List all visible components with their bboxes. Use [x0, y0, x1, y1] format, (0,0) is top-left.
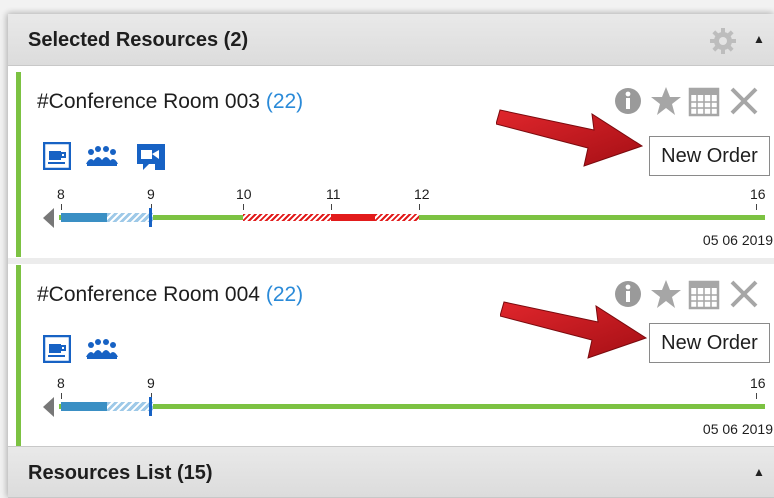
tick-label: 8 — [57, 186, 65, 202]
tick-mark — [61, 393, 62, 399]
tick-label: 11 — [326, 186, 341, 202]
room-count-link[interactable]: (22) — [266, 283, 303, 306]
meeting-people-icon — [86, 339, 118, 359]
tick-label: 16 — [750, 186, 766, 202]
tick-mark — [756, 393, 757, 399]
room-title[interactable]: #Conference Room 004 (22) — [37, 283, 303, 307]
current-time-marker — [149, 397, 152, 416]
past-hatched-segment — [107, 213, 153, 222]
resource-card: #Conference Room 004 (22) New Order 8 9 … — [16, 265, 774, 451]
selected-resources-title: Selected Resources (2) — [28, 29, 249, 51]
availability-timeline[interactable]: 8 9 16 05 06 2019 — [43, 371, 774, 441]
tick-label: 9 — [147, 186, 155, 202]
tentative-booking-segment — [243, 214, 331, 221]
tick-label: 9 — [147, 375, 155, 391]
timeline-prev-icon[interactable] — [43, 208, 54, 228]
timeline-track — [59, 404, 765, 409]
selected-resources-header[interactable]: Selected Resources (2) ▲ — [8, 14, 774, 66]
new-order-button[interactable]: New Order — [649, 136, 770, 176]
room-name: #Conference Room 003 — [37, 90, 260, 113]
close-icon[interactable] — [727, 277, 761, 311]
past-segment — [61, 402, 107, 411]
timeline-date: 05 06 2019 — [702, 232, 773, 248]
room-count-link[interactable]: (22) — [266, 90, 303, 113]
tick-mark — [331, 204, 332, 210]
coffee-icon — [43, 335, 71, 363]
tick-mark — [243, 204, 244, 210]
calendar-icon[interactable] — [687, 84, 721, 118]
past-hatched-segment — [107, 402, 153, 411]
room-title[interactable]: #Conference Room 003 (22) — [37, 90, 303, 114]
gear-icon[interactable] — [708, 26, 738, 56]
star-icon[interactable] — [649, 277, 683, 311]
tick-label: 12 — [414, 186, 430, 202]
resources-panel: Selected Resources (2) ▲ #Conference Roo… — [8, 14, 774, 498]
availability-timeline[interactable]: 8 9 10 11 12 16 05 06 2019 — [43, 182, 774, 252]
close-icon[interactable] — [727, 84, 761, 118]
video-conference-icon — [137, 144, 165, 170]
room-name: #Conference Room 004 — [37, 283, 260, 306]
card-divider — [8, 258, 774, 264]
meeting-people-icon — [86, 146, 118, 166]
calendar-icon[interactable] — [687, 277, 721, 311]
resources-list-title: Resources List (15) — [28, 462, 213, 484]
star-icon[interactable] — [649, 84, 683, 118]
coffee-icon — [43, 142, 71, 170]
resources-list-header[interactable]: Resources List (15) ▲ — [8, 446, 774, 498]
tick-mark — [61, 204, 62, 210]
tentative-booking-segment — [375, 214, 419, 221]
timeline-date: 05 06 2019 — [702, 421, 773, 437]
collapse-up-icon[interactable]: ▲ — [753, 32, 765, 46]
tick-label: 8 — [57, 375, 65, 391]
tick-label: 10 — [236, 186, 252, 202]
resource-card: #Conference Room 003 (22) New Order 8 9 … — [16, 72, 774, 257]
timeline-prev-icon[interactable] — [43, 397, 54, 417]
past-segment — [61, 213, 107, 222]
new-order-button[interactable]: New Order — [649, 323, 770, 363]
annotation-arrow-icon — [496, 109, 644, 167]
current-time-marker — [149, 208, 152, 227]
tick-mark — [419, 204, 420, 210]
collapse-up-icon[interactable]: ▲ — [753, 465, 765, 479]
tick-label: 16 — [750, 375, 766, 391]
tick-mark — [756, 204, 757, 210]
annotation-arrow-icon — [500, 301, 648, 359]
booked-segment — [331, 214, 375, 221]
